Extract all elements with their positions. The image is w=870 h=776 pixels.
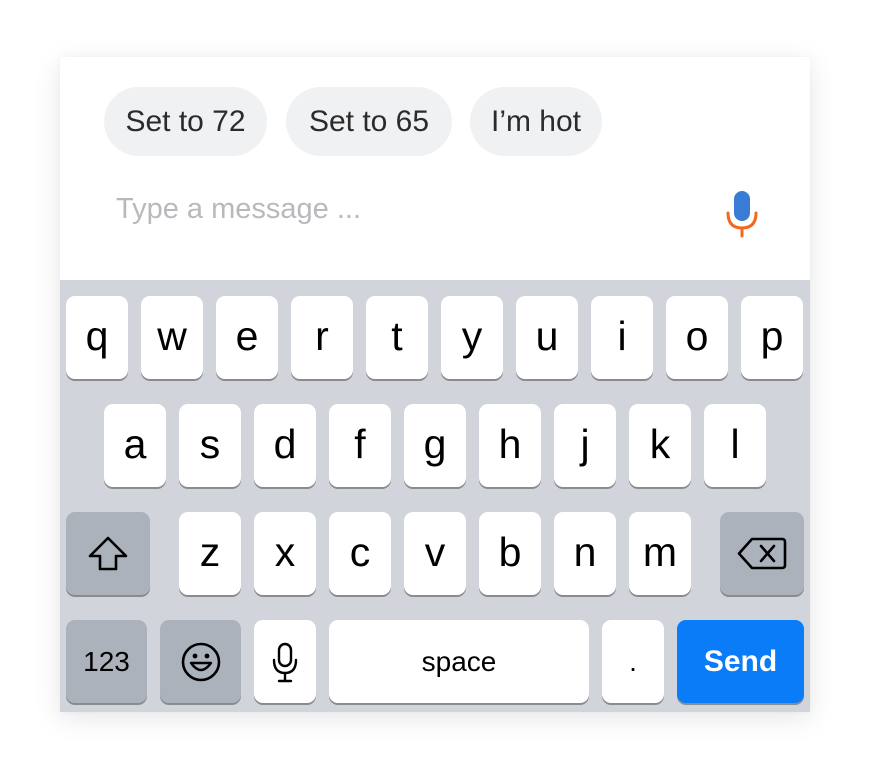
key-f[interactable]: f [329, 404, 391, 487]
send-button[interactable]: Send [677, 620, 804, 703]
quick-reply-set-to-65[interactable]: Set to 65 [286, 87, 452, 156]
backspace-icon [737, 537, 787, 570]
key-x[interactable]: x [254, 512, 316, 595]
period-key[interactable]: . [602, 620, 664, 703]
key-o[interactable]: o [666, 296, 728, 379]
message-input[interactable] [116, 185, 696, 233]
key-y[interactable]: y [441, 296, 503, 379]
key-m[interactable]: m [629, 512, 691, 595]
numbers-key[interactable]: 123 [66, 620, 147, 703]
delete-key[interactable] [720, 512, 804, 595]
quick-reply-im-hot[interactable]: I’m hot [470, 87, 602, 156]
chat-composer-panel: Set to 72 Set to 65 I’m hot q w e r t y … [60, 57, 810, 712]
shift-key[interactable] [66, 512, 150, 595]
microphone-icon [272, 642, 298, 683]
key-k[interactable]: k [629, 404, 691, 487]
key-u[interactable]: u [516, 296, 578, 379]
key-j[interactable]: j [554, 404, 616, 487]
key-a[interactable]: a [104, 404, 166, 487]
key-h[interactable]: h [479, 404, 541, 487]
key-z[interactable]: z [179, 512, 241, 595]
emoji-key[interactable] [160, 620, 241, 703]
key-i[interactable]: i [591, 296, 653, 379]
shift-arrow-icon [88, 536, 128, 571]
key-l[interactable]: l [704, 404, 766, 487]
key-b[interactable]: b [479, 512, 541, 595]
key-p[interactable]: p [741, 296, 803, 379]
emoji-smiley-icon [181, 642, 220, 682]
key-e[interactable]: e [216, 296, 278, 379]
key-c[interactable]: c [329, 512, 391, 595]
microphone-icon [726, 191, 758, 238]
key-w[interactable]: w [141, 296, 203, 379]
quick-reply-set-to-72[interactable]: Set to 72 [104, 87, 267, 156]
key-n[interactable]: n [554, 512, 616, 595]
key-v[interactable]: v [404, 512, 466, 595]
compose-area: Set to 72 Set to 65 I’m hot [60, 57, 810, 280]
space-key[interactable]: space [329, 620, 589, 703]
key-d[interactable]: d [254, 404, 316, 487]
key-s[interactable]: s [179, 404, 241, 487]
on-screen-keyboard: q w e r t y u i o p a s d f g h j k l z … [60, 280, 810, 712]
key-t[interactable]: t [366, 296, 428, 379]
voice-input-button[interactable] [720, 189, 764, 239]
key-r[interactable]: r [291, 296, 353, 379]
key-q[interactable]: q [66, 296, 128, 379]
key-g[interactable]: g [404, 404, 466, 487]
dictation-key[interactable] [254, 620, 316, 703]
